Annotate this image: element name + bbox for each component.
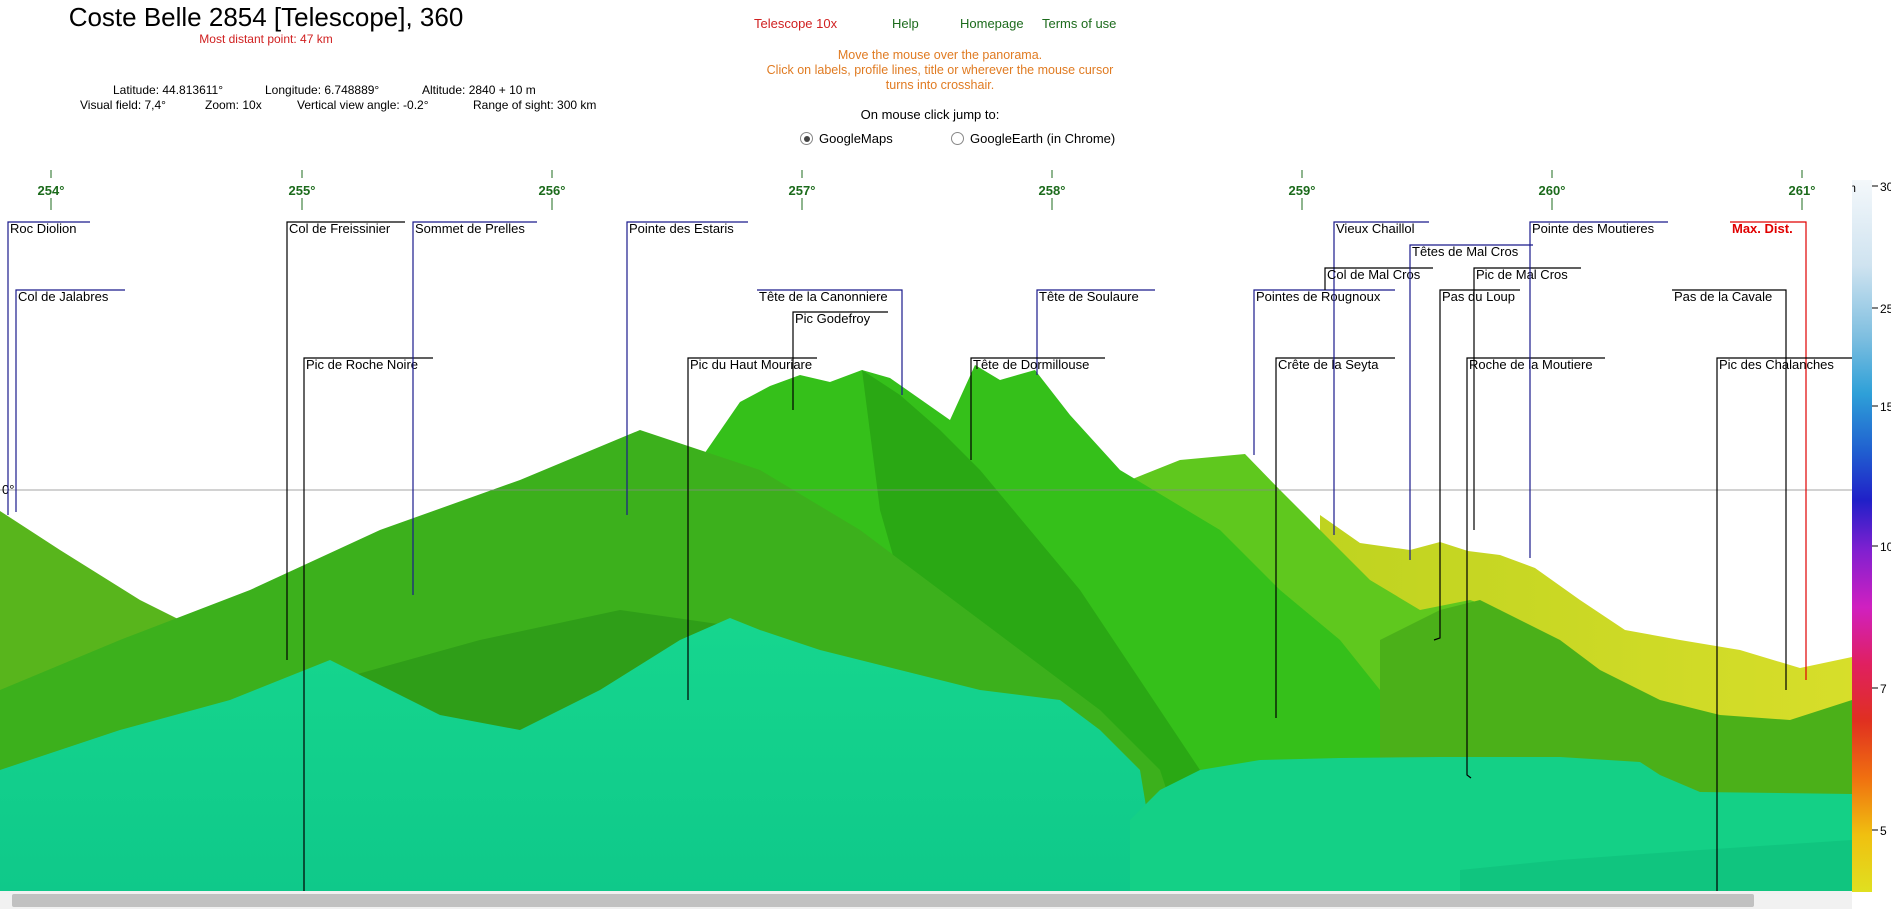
colorbar-gradient	[1852, 180, 1872, 892]
radio-unselected-icon[interactable]	[951, 132, 964, 145]
peak-text[interactable]: Tête de Dormillouse	[973, 357, 1089, 372]
zoom-info: Zoom: 10x	[205, 98, 262, 112]
googlemaps-radio-label: GoogleMaps	[819, 131, 893, 146]
colorbar-tick-10: 10	[1880, 540, 1891, 554]
degree-255: 255°	[289, 183, 316, 198]
peak-text[interactable]: Crête de la Seyta	[1278, 357, 1379, 372]
peak-text[interactable]: Pointes de Rougnoux	[1256, 289, 1381, 304]
peak-text[interactable]: Pic du Haut Mouriare	[690, 357, 812, 372]
colorbar-tick-5: 5	[1880, 824, 1887, 838]
colorbar-tick-7: 7	[1880, 682, 1887, 696]
help-link[interactable]: Help	[892, 16, 919, 31]
peak-text[interactable]: Col de Jalabres	[18, 289, 109, 304]
longitude-info: Longitude: 6.748889°	[265, 83, 380, 97]
peak-text[interactable]: Pas de la Cavale	[1674, 289, 1772, 304]
radio-selected-icon[interactable]	[800, 132, 813, 145]
instructions-line-2: Click on labels, profile lines, title or…	[766, 63, 1114, 77]
degree-260: 260°	[1539, 183, 1566, 198]
peak-text[interactable]: Vieux Chaillol	[1336, 221, 1415, 236]
degree-258: 258°	[1039, 183, 1066, 198]
peak-text[interactable]: Col de Freissinier	[289, 221, 391, 236]
panorama-title[interactable]: Coste Belle 2854 [Telescope], 360	[0, 2, 532, 33]
most-distant-point: Most distant point: 47 km	[199, 32, 333, 46]
peak-text[interactable]: Tête de la Canonniere	[759, 289, 888, 304]
degree-261: 261°	[1789, 183, 1816, 198]
peak-text[interactable]: Pointe des Moutieres	[1532, 221, 1655, 236]
altitude-info: Altitude: 2840 + 10 m	[422, 83, 536, 97]
jump-to-label: On mouse click jump to:	[860, 107, 1000, 122]
peak-text[interactable]: Tête de Soulaure	[1039, 289, 1139, 304]
instructions-line-3: turns into crosshair.	[885, 78, 995, 92]
colorbar-tick-30: 30	[1880, 180, 1891, 194]
peak-text[interactable]: Pointe des Estaris	[629, 221, 734, 236]
googleearth-radio[interactable]: GoogleEarth (in Chrome)	[951, 131, 1115, 146]
terms-link[interactable]: Terms of use	[1042, 16, 1116, 31]
latitude-info: Latitude: 44.813611°	[113, 83, 224, 97]
instructions: Move the mouse over the panorama. Click …	[740, 48, 1140, 93]
peak-text[interactable]: Pic de Roche Noire	[306, 357, 418, 372]
peak-text[interactable]: Têtes de Mal Cros	[1412, 244, 1519, 259]
panorama-view[interactable]: 0° 254° 255° 256° 257° 258° 259° 260° 26…	[0, 170, 1852, 891]
distance-colorbar: km 30 25 15 10 7 5	[1852, 180, 1891, 892]
degree-257: 257°	[789, 183, 816, 198]
peak-text[interactable]: Pic de Mal Cros	[1476, 267, 1568, 282]
colorbar-unit: km	[1852, 181, 1856, 195]
vertical-angle-info: Vertical view angle: -0.2°	[297, 98, 429, 112]
peak-text[interactable]: Col de Mal Cros	[1327, 267, 1421, 282]
colorbar-tick-25: 25	[1880, 302, 1891, 316]
instructions-line-1: Move the mouse over the panorama.	[837, 48, 1043, 62]
peak-text[interactable]: Roche de la Moutiere	[1469, 357, 1593, 372]
degree-259: 259°	[1289, 183, 1316, 198]
degree-254: 254°	[38, 183, 65, 198]
visual-field-info: Visual field: 7,4°	[80, 98, 166, 112]
telescope-link[interactable]: Telescope 10x	[754, 16, 837, 31]
peak-text[interactable]: Pic Godefroy	[795, 311, 871, 326]
googleearth-radio-label: GoogleEarth (in Chrome)	[970, 131, 1116, 146]
googlemaps-radio[interactable]: GoogleMaps	[800, 131, 893, 146]
peak-text[interactable]: Sommet de Prelles	[415, 221, 525, 236]
range-info: Range of sight: 300 km	[473, 98, 597, 112]
peak-text[interactable]: Max. Dist.	[1732, 221, 1793, 236]
peak-text[interactable]: Pic des Chalanches	[1719, 357, 1834, 372]
colorbar-tick-15: 15	[1880, 400, 1891, 414]
homepage-link[interactable]: Homepage	[960, 16, 1024, 31]
degree-256: 256°	[539, 183, 566, 198]
scrollbar-thumb[interactable]	[12, 894, 1754, 907]
peak-text[interactable]: Pas du Loup	[1442, 289, 1515, 304]
peak-text[interactable]: Roc Diolion	[10, 221, 76, 236]
